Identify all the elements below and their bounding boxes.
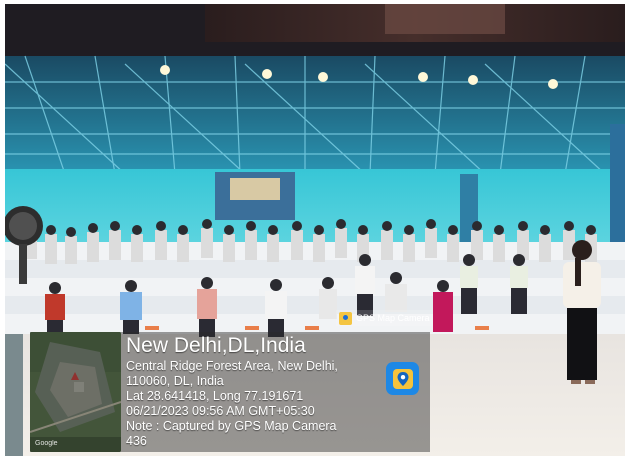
gps-map-camera-app-icon	[386, 362, 419, 395]
map-pin-icon	[392, 368, 413, 389]
photo-frame: GPS Map Camera New Delhi,DL,India Centra…	[5, 4, 625, 456]
address-line-2: 110060, DL, India	[126, 374, 224, 388]
note-line-2: 436	[126, 434, 147, 448]
gps-camera-icon	[339, 311, 352, 325]
badge-label: GPS Map Camera	[356, 313, 430, 323]
map-attribution: Google	[35, 440, 58, 447]
address-line-1: Central Ridge Forest Area, New Delhi,	[126, 359, 338, 373]
note-line-1: Note : Captured by GPS Map Camera	[126, 419, 337, 433]
capture-datetime: 06/21/2023 09:56 AM GMT+05:30	[126, 404, 315, 418]
location-title: New Delhi,DL,India	[126, 334, 306, 357]
gps-camera-badge: GPS Map Camera	[336, 310, 433, 326]
coordinates: Lat 28.641418, Long 77.191671	[126, 389, 304, 403]
